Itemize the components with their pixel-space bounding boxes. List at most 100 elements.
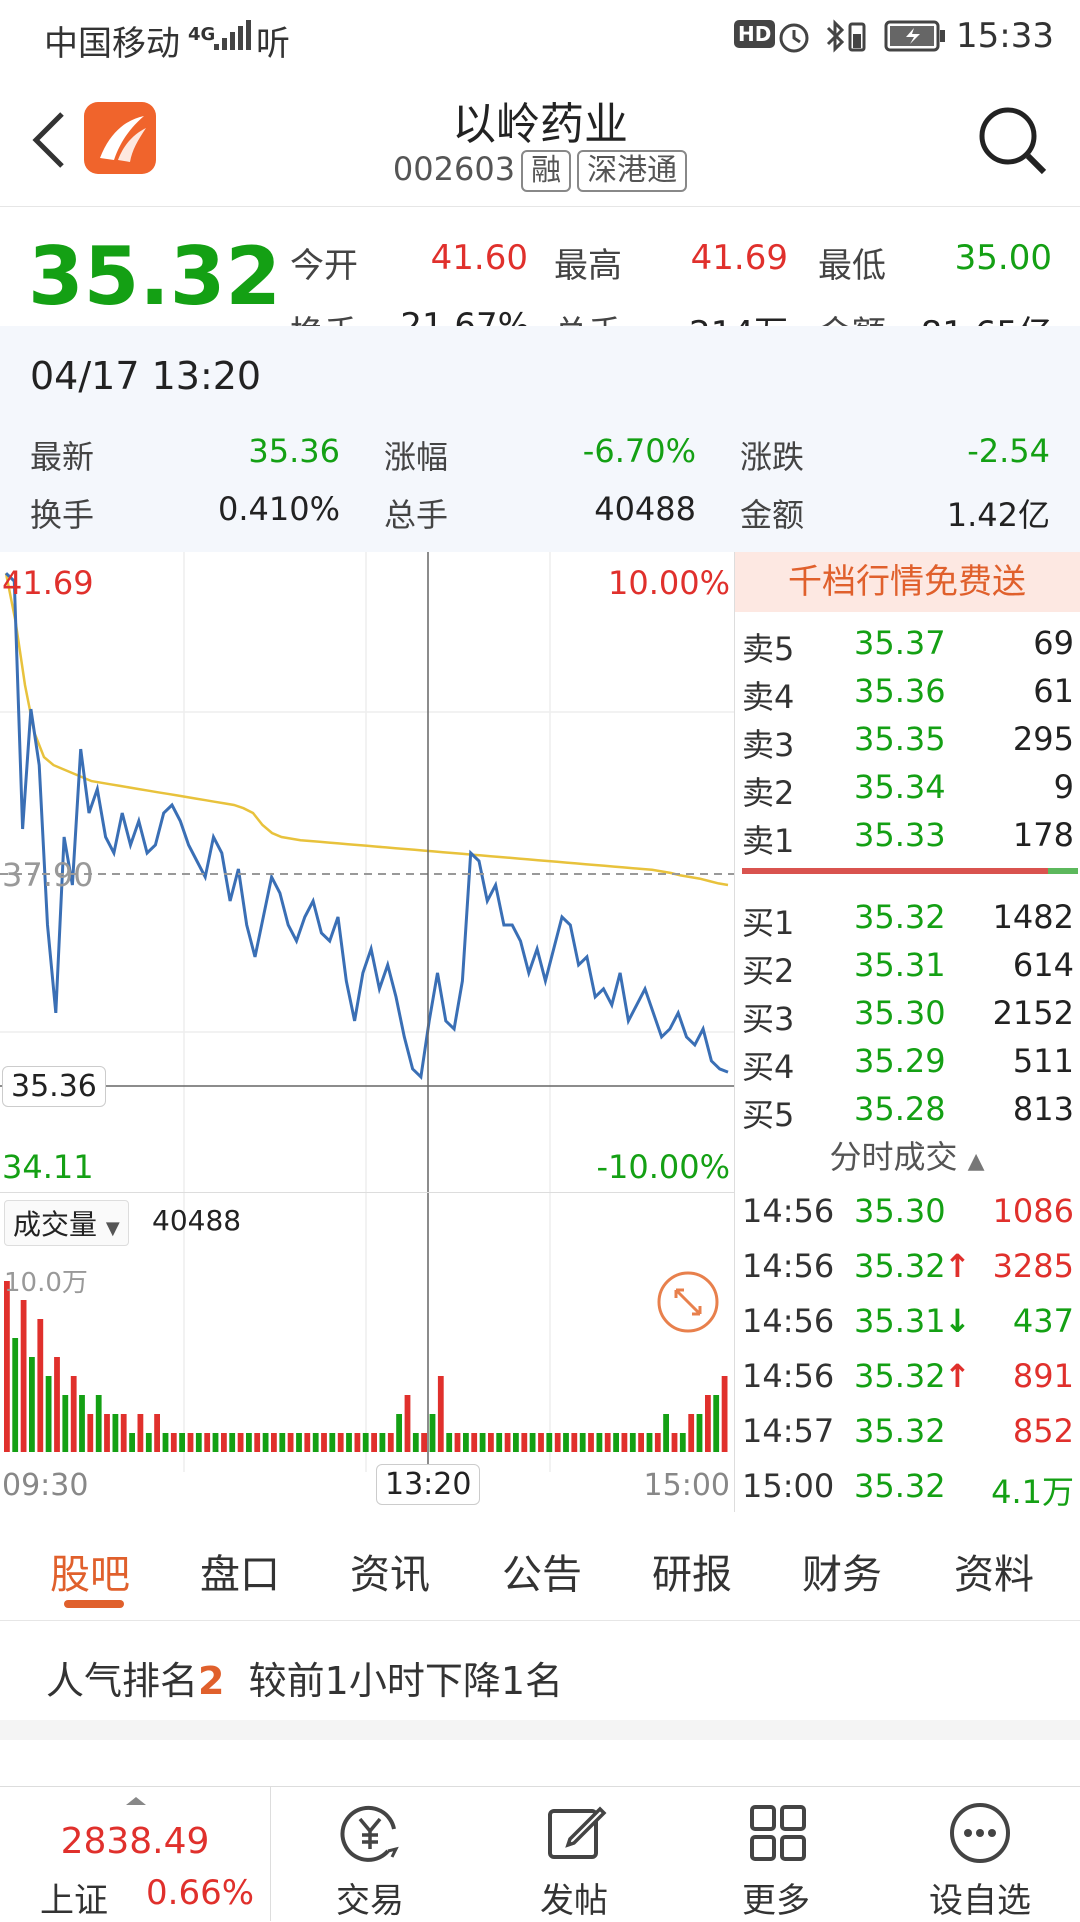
tick-row: 15:00 35.32 4.1万 [734, 1463, 1080, 1511]
ask-price: 35.37 [854, 624, 946, 662]
volume-value: 214万 [668, 306, 788, 326]
volume-bar [529, 1433, 536, 1452]
volume-bar [62, 1395, 69, 1452]
volume-bar [696, 1414, 703, 1452]
bluetooth-icon [826, 19, 866, 53]
tick-price: 35.30 [854, 1192, 946, 1230]
ticks-title[interactable]: 分时成交 ▲ [734, 1132, 1080, 1178]
search-icon[interactable] [976, 104, 1048, 176]
edit-icon [548, 1806, 607, 1859]
last-price: 35.32 [28, 230, 282, 323]
tick-volume: 4.1万 [991, 1473, 1074, 1511]
active-tab-indicator [64, 1600, 124, 1608]
amount-value: 81.65亿 [912, 306, 1052, 326]
stock-code: 002603 [392, 150, 516, 188]
high-label: 最高 [554, 246, 622, 286]
y-high-label: 41.69 [2, 564, 94, 602]
popularity-rank[interactable]: 人气排名2 较前1小时下降1名 [0, 1620, 1080, 1720]
volume-bar [412, 1433, 419, 1452]
detail-turnover-value: 0.410% [217, 490, 340, 528]
chart-divider [0, 1192, 734, 1193]
stock-code-line: 002603 融深港通 [0, 150, 1080, 192]
tick-price: 35.32 [854, 1467, 946, 1505]
tick-time: 15:00 [742, 1467, 835, 1505]
volume-bar [221, 1433, 227, 1452]
ticks-title-label: 分时成交 [829, 1138, 958, 1176]
volume-bar [204, 1433, 211, 1452]
post-button[interactable]: 发帖 [494, 1787, 654, 1921]
bottom-bar: 2838.49 上证 0.66% 交易 发帖 更多 设自选 [0, 1786, 1080, 1921]
detail-volume-label: 总手 [384, 496, 449, 534]
tick-volume: 891 [1012, 1357, 1074, 1395]
latest-value: 35.36 [248, 432, 340, 470]
volume-bar [571, 1433, 578, 1452]
listen-indicator: 听 [256, 24, 290, 64]
tick-price: 35.32 [854, 1412, 946, 1450]
bid-price: 35.28 [854, 1090, 946, 1128]
tab-pankou[interactable]: 盘口 [200, 1542, 280, 1600]
tab-guba[interactable]: 股吧 [50, 1542, 130, 1600]
volume-bar [429, 1414, 436, 1452]
tab-finance[interactable]: 财务 [802, 1542, 882, 1600]
tab-news[interactable]: 资讯 [350, 1542, 430, 1600]
index-ticker[interactable]: 2838.49 上证 0.66% [0, 1787, 271, 1921]
ask-level: 卖5 [742, 630, 795, 668]
volume-bar [463, 1433, 469, 1452]
volume-bar [95, 1395, 102, 1452]
turnover-label: 换手 [290, 306, 358, 326]
volume-bar [721, 1376, 728, 1452]
volume-bar [12, 1338, 19, 1452]
margin-tag: 融 [521, 150, 572, 192]
volume-bar [296, 1433, 302, 1452]
more-button[interactable]: 更多 [696, 1787, 856, 1921]
bid-price: 35.31 [854, 946, 946, 984]
volume-bar [37, 1319, 44, 1452]
volume-bar [387, 1433, 394, 1452]
volume-bar [504, 1433, 511, 1452]
cursor-datetime: 04/17 13:20 [30, 354, 262, 398]
volume-bar [554, 1433, 561, 1452]
low-label: 最低 [818, 246, 886, 286]
volume-bar [362, 1433, 369, 1452]
volume-bar [404, 1395, 411, 1452]
grid-icon [750, 1805, 806, 1861]
bid-ask-ratio-bar [742, 868, 1078, 874]
volume-bar [54, 1357, 60, 1452]
volume-bar [546, 1433, 553, 1452]
volume-bar [563, 1433, 569, 1452]
volume-bar [705, 1395, 711, 1452]
tick-row: 14:57 35.32 852 [734, 1408, 1080, 1456]
signal-icon [214, 20, 251, 50]
quote-summary: 35.32 今开 41.60 最高 41.69 最低 35.00 换手 21.6… [0, 206, 1080, 326]
volume-bar [87, 1414, 94, 1452]
volume-bar [479, 1433, 486, 1452]
rank-text: 人气排名2 较前1小时下降1名 [46, 1650, 563, 1705]
volume-bar [70, 1376, 77, 1452]
index-pct: 0.66% [146, 1873, 255, 1913]
add-watchlist-button[interactable]: 设自选 [900, 1787, 1060, 1921]
ask-row: 卖3 35.35 295 [734, 716, 1080, 764]
ask-row: 卖2 35.34 9 [734, 764, 1080, 812]
x-end-label: 15:00 [643, 1468, 730, 1503]
volume-selector[interactable]: 成交量 ▼ [4, 1200, 129, 1246]
promo-banner[interactable]: 千档行情免费送 [734, 552, 1080, 612]
volume-bar [145, 1433, 152, 1452]
volume-bar [354, 1433, 361, 1452]
expand-icon[interactable] [656, 1270, 720, 1334]
yuan-icon [340, 1805, 399, 1862]
high-value: 41.69 [690, 238, 788, 278]
ask-volume: 61 [1033, 672, 1074, 710]
tick-direction: ↓ [944, 1302, 971, 1340]
tab-announcements[interactable]: 公告 [502, 1542, 582, 1600]
tab-research[interactable]: 研报 [652, 1542, 732, 1600]
volume-bar [287, 1433, 294, 1452]
tick-row: 14:56 35.32 ↑ 3285 [734, 1243, 1080, 1291]
tick-row: 14:56 35.30 1086 [734, 1188, 1080, 1236]
trade-button[interactable]: 交易 [290, 1787, 450, 1921]
intraday-chart[interactable]: 41.69 10.00% 37.90 35.36 34.11 -10.00% 成… [0, 552, 734, 1512]
order-book: 千档行情免费送 卖5 35.37 69 卖4 35.36 61 卖3 35.35 295 卖2 35… [734, 552, 1080, 1512]
volume-bar [271, 1433, 277, 1452]
tab-profile[interactable]: 资料 [954, 1542, 1034, 1600]
volume-bar [237, 1433, 244, 1452]
volume-bar [538, 1433, 544, 1452]
